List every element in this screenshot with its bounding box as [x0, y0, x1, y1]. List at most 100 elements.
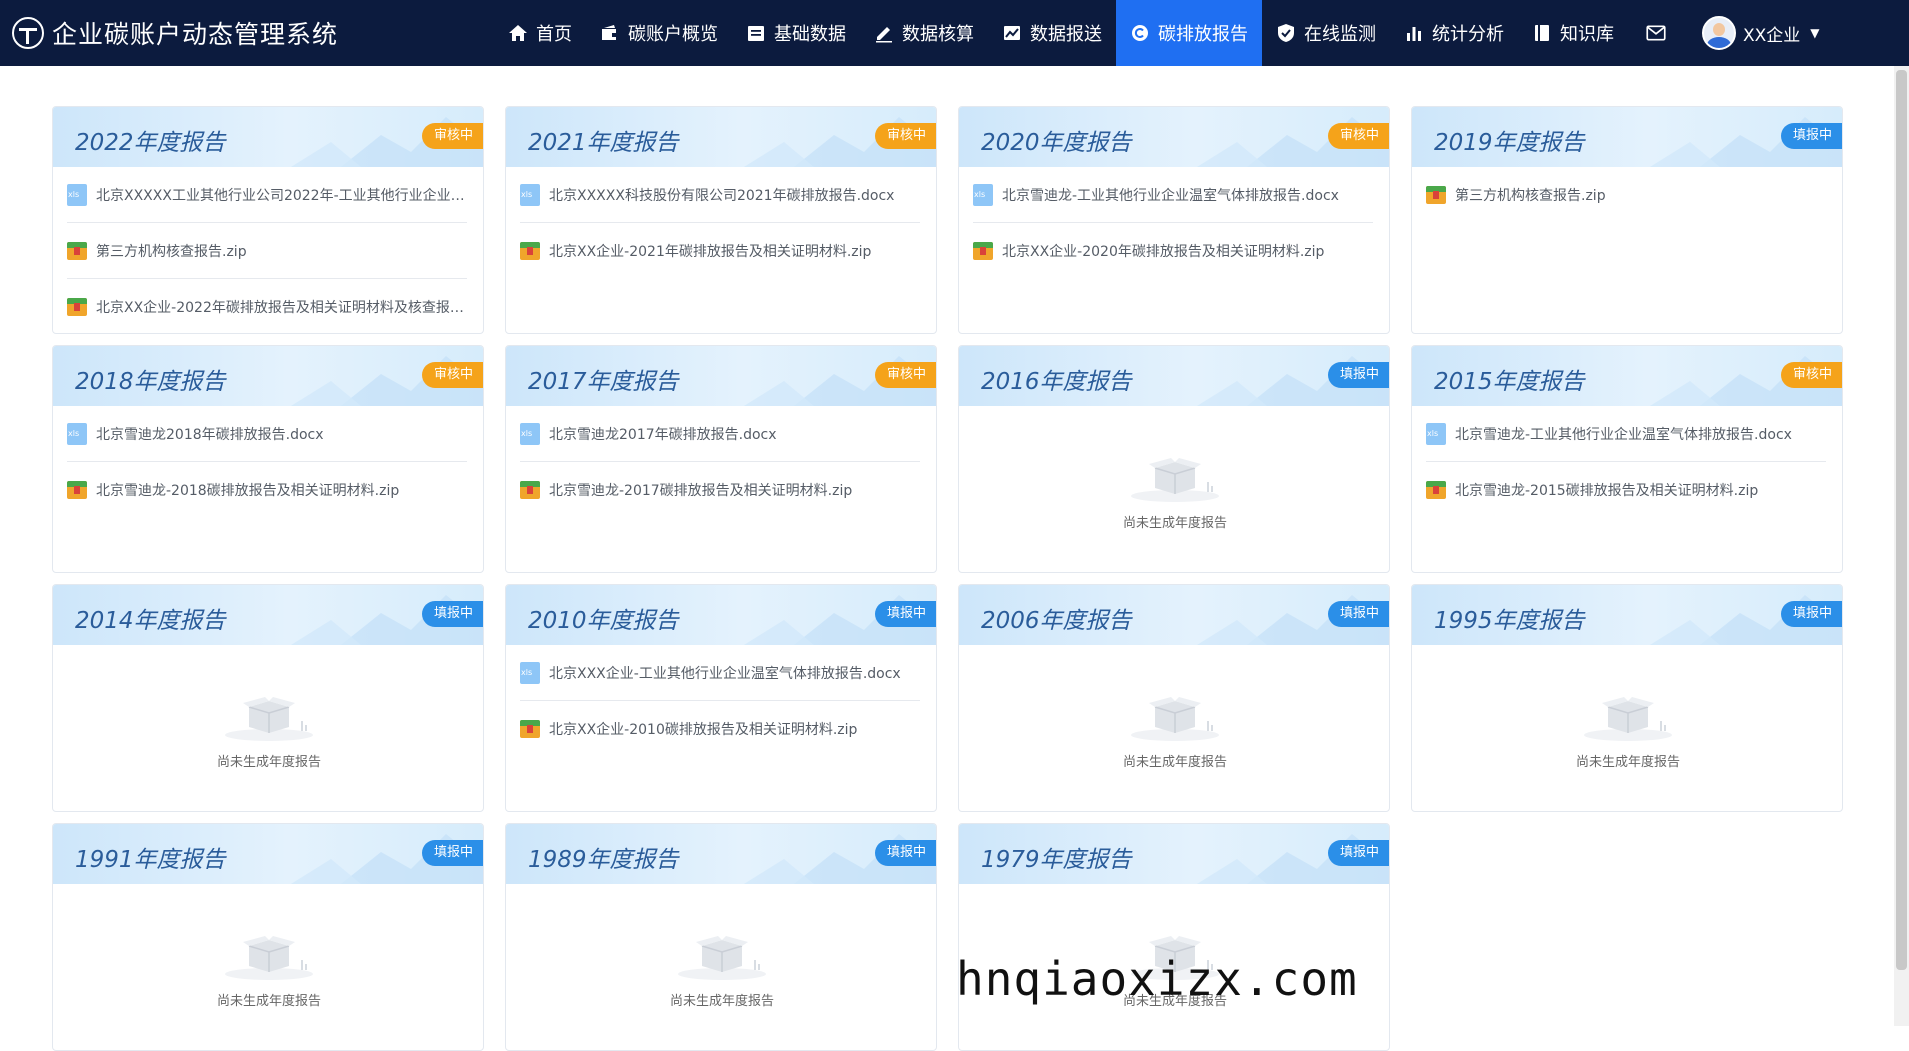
file-name[interactable]: 北京雪迪龙-工业其他行业企业温室气体排放报告.docx: [1455, 424, 1792, 444]
file-item[interactable]: 北京XXXXX科技股份有限公司2021年碳排放报告.docx: [520, 167, 920, 223]
brand[interactable]: 企业碳账户动态管理系统: [12, 15, 482, 51]
file-item[interactable]: 第三方机构核查报告.zip: [67, 223, 467, 279]
file-item[interactable]: 北京XX企业-2021年碳排放报告及相关证明材料.zip: [520, 223, 920, 279]
report-title: 2019年度报告: [1434, 130, 1585, 156]
empty-state-text: 尚未生成年度报告: [669, 994, 774, 1009]
status-badge: 填报中: [1327, 601, 1389, 627]
report-title: 1979年度报告: [981, 847, 1132, 873]
report-card[interactable]: 2010年度报告 填报中北京XXX企业-工业其他行业企业温室气体排放报告.docx…: [505, 584, 937, 812]
status-badge: 审核中: [421, 123, 483, 149]
report-card[interactable]: 2016年度报告 填报中 尚未生成年度报告: [958, 345, 1390, 573]
chevron-down-icon[interactable]: ▼: [1810, 26, 1819, 40]
file-name[interactable]: 北京XXXXX工业其他行业公司2022年-工业其他行业企业温室气体排放报告.do…: [96, 185, 466, 205]
report-card[interactable]: 1979年度报告 填报中 尚未生成年度报告: [958, 823, 1390, 1051]
avatar[interactable]: [1702, 16, 1736, 50]
report-card[interactable]: 2006年度报告 填报中 尚未生成年度报告: [958, 584, 1390, 812]
report-card[interactable]: 2018年度报告 审核中北京雪迪龙2018年碳排放报告.docx 北京雪迪龙-201…: [52, 345, 484, 573]
report-title: 2016年度报告: [981, 369, 1132, 395]
report-card[interactable]: 2019年度报告 填报中第三方机构核查报告.zip: [1411, 106, 1843, 334]
report-card-header: 2017年度报告 审核中: [506, 346, 936, 406]
nav-item-2[interactable]: 基础数据: [732, 0, 860, 66]
nav-item-6[interactable]: 在线监测: [1262, 0, 1390, 66]
scrollbar-thumb[interactable]: [1896, 70, 1907, 970]
file-item[interactable]: 北京雪迪龙2018年碳排放报告.docx: [67, 406, 467, 462]
edit-icon: [874, 23, 894, 43]
zip-file-icon: [520, 481, 540, 499]
report-title: 2014年度报告: [75, 608, 226, 634]
report-card[interactable]: 2015年度报告审核中北京雪迪龙-工业其他行业企业温室气体排放报告.docx北京…: [1411, 345, 1843, 573]
report-card[interactable]: 2021年度报告 审核中北京XXXXX科技股份有限公司2021年碳排放报告.doc…: [505, 106, 937, 334]
file-list: 北京雪迪龙2018年碳排放报告.docx 北京雪迪龙-2018碳排放报告及相关证明…: [53, 406, 483, 518]
file-item[interactable]: 北京雪迪龙-工业其他行业企业温室气体排放报告.docx: [973, 167, 1373, 223]
file-list: 北京雪迪龙2017年碳排放报告.docx 北京雪迪龙-2017碳排放报告及相关证明…: [506, 406, 936, 518]
report-card[interactable]: 2017年度报告 审核中北京雪迪龙2017年碳排放报告.docx 北京雪迪龙-201…: [505, 345, 937, 573]
report-card[interactable]: 2020年度报告审核中北京雪迪龙-工业其他行业企业温室气体排放报告.docx北京…: [958, 106, 1390, 334]
bar-chart-icon: [1404, 23, 1424, 43]
file-name[interactable]: 北京雪迪龙-2018碳排放报告及相关证明材料.zip: [96, 480, 399, 500]
file-list: 北京XXX企业-工业其他行业企业温室气体排放报告.docx 北京XX企业-2010…: [506, 645, 936, 757]
nav-item-1[interactable]: 碳账户概览: [586, 0, 732, 66]
status-badge: 审核中: [1780, 362, 1842, 388]
report-card[interactable]: 1995年度报告 填报中 尚未生成年度报告: [1411, 584, 1843, 812]
status-badge: 审核中: [1327, 123, 1389, 149]
nav-item-8[interactable]: 知识库: [1518, 0, 1628, 66]
zip-file-icon: [973, 242, 993, 260]
file-name[interactable]: 北京雪迪龙-2017碳排放报告及相关证明材料.zip: [549, 480, 852, 500]
file-name[interactable]: 北京雪迪龙2018年碳排放报告.docx: [96, 424, 324, 444]
file-name[interactable]: 北京XX企业-2010碳排放报告及相关证明材料.zip: [549, 719, 857, 739]
file-name[interactable]: 北京XX企业-2022年碳排放报告及相关证明材料及核查报告.zip: [96, 297, 466, 317]
report-card-header: 1991年度报告 填报中: [53, 824, 483, 884]
status-badge: 填报中: [1780, 123, 1842, 149]
app-title: 企业碳账户动态管理系统: [52, 20, 339, 49]
status-badge: 填报中: [874, 840, 936, 866]
nav-item-3[interactable]: 数据核算: [860, 0, 988, 66]
file-item[interactable]: 北京XXXXX工业其他行业公司2022年-工业其他行业企业温室气体排放报告.do…: [67, 167, 467, 223]
file-list: 北京雪迪龙-工业其他行业企业温室气体排放报告.docx 北京XX企业-2020年碳…: [959, 167, 1389, 279]
report-card[interactable]: 1991年度报告 填报中尚未生成年度报告: [52, 823, 484, 1051]
nav-item-5[interactable]: 碳排放报告: [1116, 0, 1262, 66]
nav-item-4[interactable]: 数据报送: [988, 0, 1116, 66]
file-name[interactable]: 北京XXX企业-工业其他行业企业温室气体排放报告.docx: [549, 663, 901, 683]
report-card[interactable]: 2014年度报告 填报中 尚未生成年度报告: [52, 584, 484, 812]
file-name[interactable]: 第三方机构核查报告.zip: [1455, 185, 1606, 205]
nav-item-label: 在线监测: [1304, 24, 1376, 45]
file-list: 北京XXXXX科技股份有限公司2021年碳排放报告.docx 北京XX企业-202…: [506, 167, 936, 279]
logo-icon: [12, 17, 44, 49]
file-name[interactable]: 北京雪迪龙-2015碳排放报告及相关证明材料.zip: [1455, 480, 1758, 500]
home-icon: [508, 23, 528, 43]
document-file-icon: [1426, 422, 1446, 445]
zip-file-icon: [1426, 481, 1446, 499]
file-item[interactable]: 北京雪迪龙-2018碳排放报告及相关证明材料.zip: [67, 462, 467, 518]
file-name[interactable]: 北京雪迪龙2017年碳排放报告.docx: [549, 424, 777, 444]
file-item[interactable]: 北京XX企业-2022年碳排放报告及相关证明材料及核查报告.zip: [67, 279, 467, 333]
file-list: 北京XXXXX工业其他行业公司2022年-工业其他行业企业温室气体排放报告.do…: [53, 167, 483, 333]
file-item[interactable]: 北京雪迪龙-工业其他行业企业温室气体排放报告.docx: [1426, 406, 1826, 462]
report-card[interactable]: 2022年度报告 审核中北京XXXXX工业其他行业公司2022年-工业其他行业企业…: [52, 106, 484, 334]
file-name[interactable]: 北京XX企业-2020年碳排放报告及相关证明材料.zip: [1002, 241, 1324, 261]
mail-icon[interactable]: [1646, 23, 1666, 43]
report-card-header: 2006年度报告 填报中: [959, 585, 1389, 645]
scrollbar[interactable]: [1894, 66, 1909, 1026]
report-card-header: 2022年度报告 审核中: [53, 107, 483, 167]
file-item[interactable]: 北京雪迪龙2017年碳排放报告.docx: [520, 406, 920, 462]
file-item[interactable]: 北京XX企业-2020年碳排放报告及相关证明材料.zip: [973, 223, 1373, 279]
status-badge: 审核中: [874, 123, 936, 149]
status-badge: 审核中: [874, 362, 936, 388]
file-name[interactable]: 北京雪迪龙-工业其他行业企业温室气体排放报告.docx: [1002, 185, 1339, 205]
file-item[interactable]: 第三方机构核查报告.zip: [1426, 167, 1826, 223]
file-item[interactable]: 北京XX企业-2010碳排放报告及相关证明材料.zip: [520, 701, 920, 757]
nav-item-7[interactable]: 统计分析: [1390, 0, 1518, 66]
user-area: XX企业 ▼: [1646, 16, 1820, 50]
report-card[interactable]: 1989年度报告 填报中尚未生成年度报告: [505, 823, 937, 1051]
nav-item-0[interactable]: 首页: [494, 0, 586, 66]
report-card-header: 1989年度报告 填报中: [506, 824, 936, 884]
empty-state-text: 尚未生成年度报告: [216, 994, 321, 1009]
user-name[interactable]: XX企业: [1743, 21, 1800, 46]
document-file-icon: [67, 183, 87, 206]
file-item[interactable]: 北京雪迪龙-2017碳排放报告及相关证明材料.zip: [520, 462, 920, 518]
file-item[interactable]: 北京雪迪龙-2015碳排放报告及相关证明材料.zip: [1426, 462, 1826, 518]
file-item[interactable]: 北京XXX企业-工业其他行业企业温室气体排放报告.docx: [520, 645, 920, 701]
file-name[interactable]: 北京XX企业-2021年碳排放报告及相关证明材料.zip: [549, 241, 871, 261]
file-name[interactable]: 第三方机构核查报告.zip: [96, 241, 247, 261]
file-name[interactable]: 北京XXXXX科技股份有限公司2021年碳排放报告.docx: [549, 185, 894, 205]
